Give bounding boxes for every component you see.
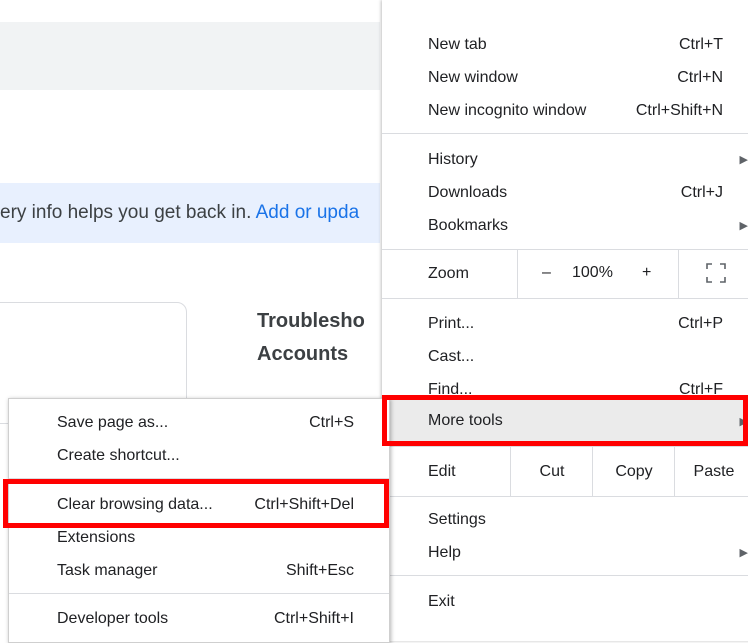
menu-item-new-window[interactable]: New window Ctrl+N	[382, 61, 748, 94]
zoom-level: 100%	[572, 264, 613, 281]
menu-item-label: Help	[428, 543, 461, 561]
accounts-heading: Accounts	[257, 343, 349, 365]
menu-divider	[382, 133, 748, 134]
menu-item-exit[interactable]: Exit	[382, 585, 748, 618]
menu-item-shortcut: Ctrl+Shift+I	[273, 609, 354, 627]
banner-text: ery info helps you get back in.	[0, 202, 256, 223]
submenu-arrow-icon: ▶	[739, 154, 748, 166]
menu-item-label: Create shortcut...	[57, 446, 180, 464]
submenu-item-task-manager[interactable]: Task manager Shift+Esc	[9, 554, 389, 587]
copy-button[interactable]: Copy	[592, 447, 675, 496]
menu-item-label: Extensions	[57, 528, 136, 546]
edit-label: Edit	[428, 463, 456, 480]
chrome-main-menu: New tab Ctrl+T New window Ctrl+N New inc…	[382, 0, 748, 641]
menu-item-shortcut: Ctrl+J	[680, 183, 723, 201]
zoom-divider	[517, 250, 518, 298]
submenu-item-extensions[interactable]: Extensions	[9, 521, 389, 554]
recovery-info-banner: ery info helps you get back in. Add or u…	[0, 183, 380, 243]
zoom-label: Zoom	[428, 265, 469, 282]
menu-item-help[interactable]: Help ▶	[382, 536, 748, 569]
paste-button[interactable]: Paste	[674, 447, 748, 496]
menu-item-history[interactable]: History ▶	[382, 143, 748, 176]
more-tools-submenu: Save page as... Ctrl+S Create shortcut..…	[8, 398, 390, 643]
menu-item-label: New tab	[428, 35, 487, 53]
submenu-arrow-icon: ▶	[739, 547, 748, 559]
cut-button[interactable]: Cut	[510, 447, 593, 496]
menu-item-shortcut: Ctrl+Shift+Del	[254, 495, 354, 513]
menu-item-shortcut: Ctrl+S	[309, 413, 354, 431]
menu-item-shortcut: Shift+Esc	[285, 561, 354, 579]
menu-item-new-incognito-window[interactable]: New incognito window Ctrl+Shift+N	[382, 94, 748, 127]
submenu-arrow-icon: ▶	[739, 415, 748, 428]
menu-item-label: History	[428, 150, 478, 168]
zoom-divider	[678, 250, 679, 298]
troubleshoot-heading: Troublesho	[257, 310, 365, 332]
zoom-out-button[interactable]: –	[542, 264, 551, 282]
submenu-item-developer-tools[interactable]: Developer tools Ctrl+Shift+I	[9, 602, 389, 635]
menu-divider	[9, 593, 389, 594]
menu-item-shortcut: Ctrl+F	[679, 380, 723, 398]
menu-item-shortcut: Ctrl+T	[679, 35, 723, 53]
menu-item-label: Settings	[428, 510, 486, 528]
menu-item-label: Exit	[428, 592, 455, 610]
menu-item-label: Find...	[428, 380, 473, 398]
menu-item-label: Bookmarks	[428, 216, 509, 234]
menu-item-shortcut: Ctrl+N	[677, 68, 723, 86]
menu-item-label: Cast...	[428, 347, 475, 365]
menu-item-new-tab[interactable]: New tab Ctrl+T	[382, 28, 748, 61]
menu-item-bookmarks[interactable]: Bookmarks ▶	[382, 209, 748, 242]
menu-item-label: New incognito window	[428, 101, 587, 119]
submenu-item-create-shortcut[interactable]: Create shortcut...	[9, 439, 389, 472]
menu-item-settings[interactable]: Settings	[382, 503, 748, 536]
menu-item-label: Clear browsing data...	[57, 495, 213, 513]
submenu-item-save-page-as[interactable]: Save page as... Ctrl+S	[9, 406, 389, 439]
fullscreen-icon[interactable]	[705, 262, 727, 284]
page-header-bar	[0, 22, 380, 90]
menu-divider	[382, 298, 748, 299]
zoom-in-button[interactable]: +	[642, 264, 651, 282]
menu-item-label: More tools	[428, 412, 503, 429]
submenu-item-clear-browsing-data[interactable]: Clear browsing data... Ctrl+Shift+Del	[9, 488, 389, 521]
menu-divider	[9, 478, 389, 479]
menu-item-more-tools[interactable]: More tools ▶	[382, 398, 748, 444]
edit-row: Edit Cut Copy Paste	[382, 447, 748, 496]
menu-divider	[382, 575, 748, 576]
submenu-arrow-icon: ▶	[739, 220, 748, 232]
menu-item-label: Task manager	[57, 561, 158, 579]
add-or-update-link[interactable]: Add or upda	[256, 202, 360, 223]
menu-item-label: New window	[428, 68, 518, 86]
menu-item-label: Downloads	[428, 183, 508, 201]
menu-item-label: Developer tools	[57, 609, 169, 627]
menu-item-label: Save page as...	[57, 413, 169, 431]
menu-item-print[interactable]: Print... Ctrl+P	[382, 307, 748, 340]
menu-item-shortcut: Ctrl+Shift+N	[635, 101, 723, 119]
menu-item-shortcut: Ctrl+P	[678, 314, 723, 332]
menu-item-cast[interactable]: Cast...	[382, 340, 748, 373]
zoom-row: Zoom – 100% +	[382, 250, 748, 298]
menu-item-downloads[interactable]: Downloads Ctrl+J	[382, 176, 748, 209]
menu-item-label: Print...	[428, 314, 475, 332]
menu-divider	[382, 496, 748, 497]
